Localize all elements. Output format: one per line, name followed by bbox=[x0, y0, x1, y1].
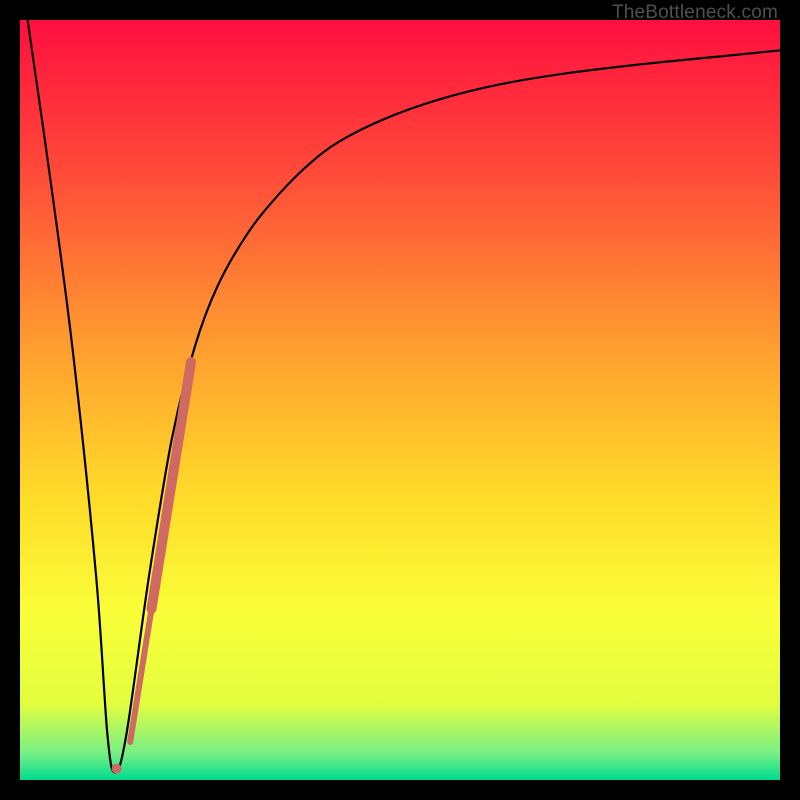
chart-frame: TheBottleneck.com bbox=[0, 0, 800, 800]
highlight-segment bbox=[151, 362, 191, 609]
curve-layer bbox=[20, 20, 780, 780]
plot-area bbox=[20, 20, 780, 780]
highlight-dot bbox=[112, 764, 122, 774]
